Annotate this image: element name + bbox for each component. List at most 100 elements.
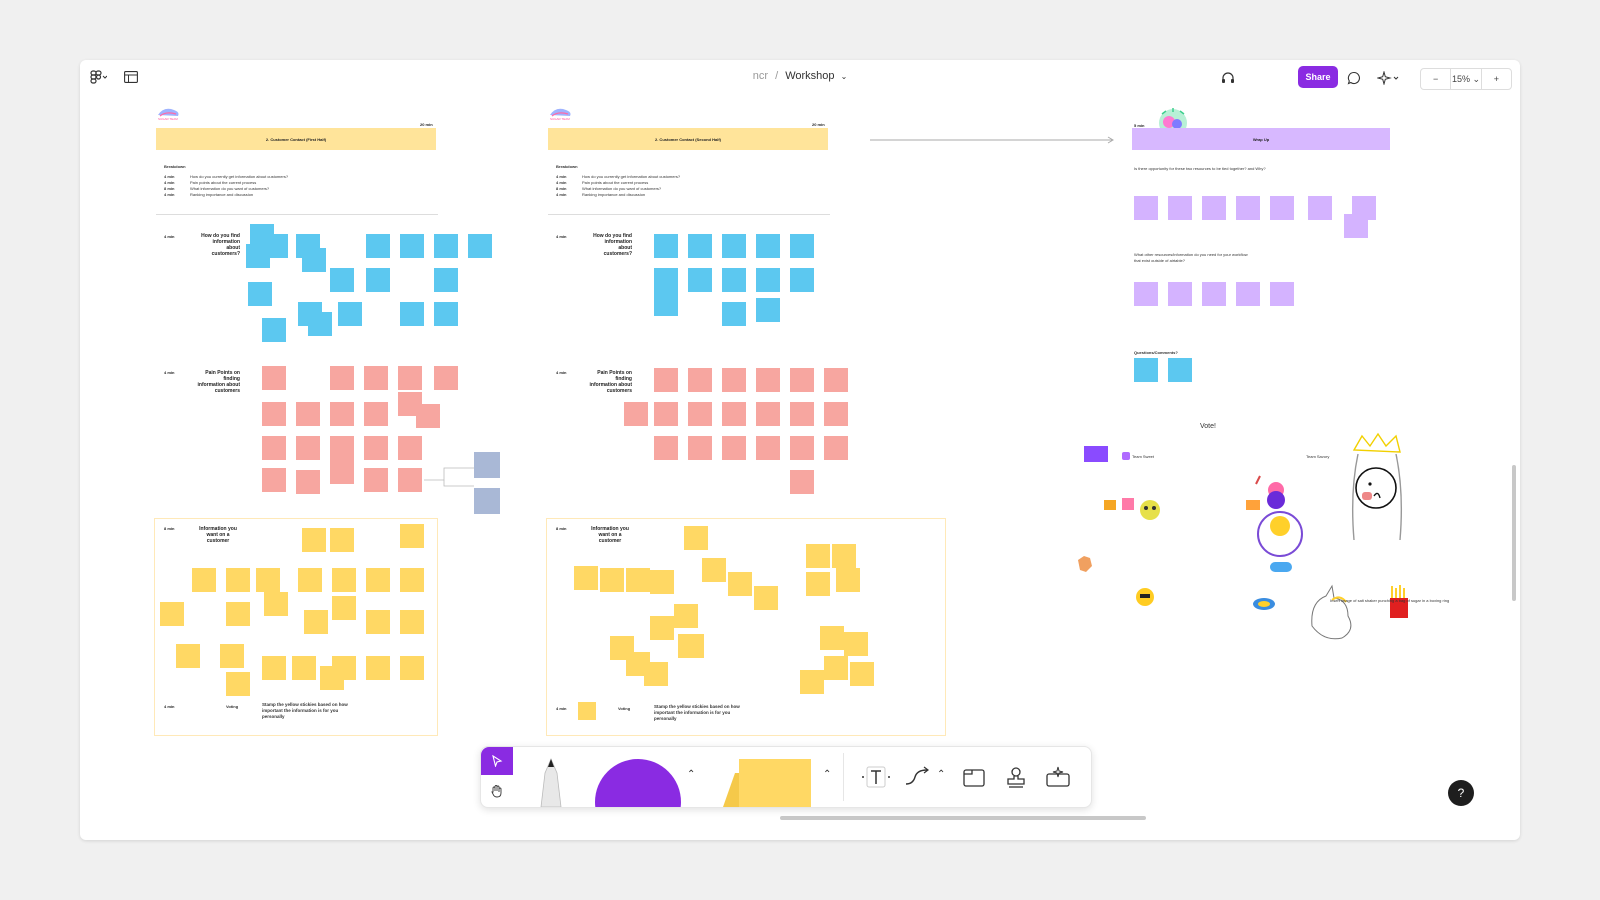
sticky-note[interactable] [790,368,814,392]
sticky-note[interactable] [1270,282,1294,306]
sticky-note[interactable] [192,568,216,592]
sticky-note[interactable] [332,656,356,680]
sticky-note[interactable] [434,234,458,258]
audio-button[interactable] [1218,68,1238,88]
sticky-note[interactable] [1236,196,1260,220]
sticky-note[interactable] [332,596,356,620]
sticky-note[interactable] [1134,358,1158,382]
sticky-note[interactable] [756,268,780,292]
sticky-note[interactable] [654,436,678,460]
sticky-note[interactable] [364,436,388,460]
sticky-note[interactable] [262,656,286,680]
vertical-scrollbar[interactable] [1512,465,1516,601]
sticky-note[interactable] [650,570,674,594]
sticky-note[interactable] [366,234,390,258]
sticky-note[interactable] [688,402,712,426]
sticky-note[interactable] [684,526,708,550]
sticky-note[interactable] [338,302,362,326]
sticky-note[interactable] [400,234,424,258]
sticky-note[interactable] [756,298,780,322]
sticky-note[interactable] [824,436,848,460]
sticky-note[interactable] [702,558,726,582]
sticky-note[interactable] [298,568,322,592]
sticky-note[interactable] [304,610,328,634]
hand-tool-button[interactable] [481,777,513,805]
sticky-note[interactable] [296,402,320,426]
sticky-note[interactable] [220,644,244,668]
sticky-note[interactable] [688,436,712,460]
sticky-note[interactable] [722,368,746,392]
share-button[interactable]: Share [1298,66,1338,88]
sticky-note[interactable] [728,572,752,596]
sticky-note[interactable] [400,302,424,326]
sticky-note[interactable] [836,568,860,592]
zoom-in-button[interactable]: + [1482,74,1511,84]
sticky-note[interactable] [1168,282,1192,306]
chevron-up-icon[interactable]: ⌃ [823,769,831,780]
sticky-note[interactable] [398,436,422,460]
sticky-note[interactable] [256,568,280,592]
sticky-note[interactable] [1270,196,1294,220]
sticky-note[interactable] [176,644,200,668]
sticky-note[interactable] [330,366,354,390]
sticky-note[interactable] [756,402,780,426]
pen-tool-button[interactable] [521,757,581,808]
sticky-note[interactable] [722,268,746,292]
sticky-note[interactable] [688,234,712,258]
sticky-note[interactable] [1134,196,1158,220]
sticky-note[interactable] [688,268,712,292]
sticky-note[interactable] [1202,196,1226,220]
sticky-note[interactable] [296,470,320,494]
sticky-note[interactable] [330,402,354,426]
sticky-note[interactable] [364,366,388,390]
sticky-note[interactable] [264,592,288,616]
sticky-note[interactable] [434,366,458,390]
sticky-note[interactable] [756,436,780,460]
zoom-level-dropdown[interactable]: 15% ⌄ [1451,74,1480,85]
section-tool-button[interactable] [957,763,991,791]
sticky-note[interactable] [790,402,814,426]
sticky-note[interactable] [416,404,440,428]
sticky-note[interactable] [330,460,354,484]
sticky-note[interactable] [468,234,492,258]
sticky-note[interactable] [688,368,712,392]
sticky-note[interactable] [262,366,286,390]
sticky-note[interactable] [366,610,390,634]
sticky-note[interactable] [756,368,780,392]
sticky-note[interactable] [262,402,286,426]
ai-actions-button[interactable] [1374,68,1402,88]
sticky-note[interactable] [574,566,598,590]
sticky-note[interactable] [1134,282,1158,306]
connector-tool-button[interactable] [901,763,935,791]
chevron-up-icon[interactable]: ⌃ [687,769,695,780]
widgets-tool-button[interactable] [1041,763,1075,791]
sticky-note[interactable] [400,656,424,680]
sticky-note[interactable] [824,368,848,392]
sticky-note[interactable] [644,662,668,686]
sticky-note[interactable] [292,656,316,680]
sticky-note[interactable] [1168,358,1192,382]
sticky-note[interactable] [434,302,458,326]
sticky-note[interactable] [1236,282,1260,306]
sticky-note[interactable] [844,632,868,656]
sticky-note[interactable] [262,436,286,460]
sticky-note[interactable] [722,234,746,258]
sticky-tool-button[interactable] [721,759,811,807]
sticky-note[interactable] [226,602,250,626]
sticky-note[interactable] [654,268,678,292]
select-tool-button[interactable] [481,747,513,775]
sticky-note[interactable] [434,268,458,292]
sticky-note[interactable] [262,318,286,342]
sticky-note[interactable] [722,302,746,326]
sticky-note[interactable] [296,436,320,460]
sticky-note[interactable] [626,568,650,592]
vote-sticker[interactable] [1084,446,1108,462]
sticky-note[interactable] [790,436,814,460]
sticky-note[interactable] [330,528,354,552]
sticky-note[interactable] [364,402,388,426]
sticky-note[interactable] [722,436,746,460]
sticky-note[interactable] [790,234,814,258]
sticky-note[interactable] [650,616,674,640]
sticky-note[interactable] [790,470,814,494]
sticky-note[interactable] [674,604,698,628]
